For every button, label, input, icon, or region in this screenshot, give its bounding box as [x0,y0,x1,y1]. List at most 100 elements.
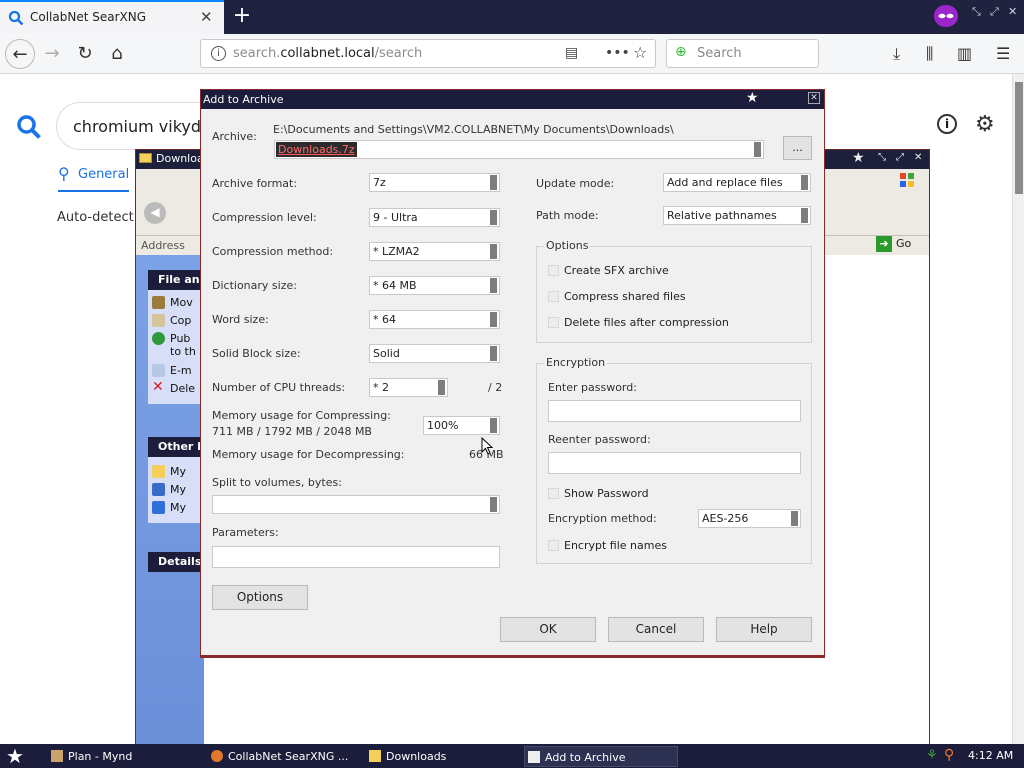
folder-icon [369,750,381,762]
sidebar-icon[interactable]: ▥ [957,44,972,63]
taskbar-item-firefox[interactable]: CollabNet SearXNG ... [208,746,358,767]
reader-view-icon[interactable]: ▤ [565,45,578,61]
options-button[interactable]: Options [212,585,308,610]
searxng-search-icon[interactable] [16,114,42,140]
task-publish[interactable]: Pub to th [148,330,204,362]
memory-compress-value: 711 MB / 1792 MB / 2048 MB [212,425,372,438]
home-icon[interactable]: ⌂ [102,39,132,69]
word-size-select[interactable]: * 64 [369,310,500,329]
browse-button[interactable]: ... [783,136,812,160]
explorer-maximize-icon[interactable]: ⤢ [896,152,904,163]
create-sfx-checkbox[interactable]: Create SFX archive [548,264,669,277]
update-mode-select[interactable]: Add and replace files [663,173,811,192]
place-item[interactable]: My [148,481,204,499]
explorer-back-icon[interactable]: ◀ [144,202,166,224]
panel-header[interactable]: File and [148,270,204,290]
cpu-threads-select[interactable]: * 2 [369,378,448,397]
taskbar-item-plan[interactable]: Plan - Mynd [48,746,198,767]
url-bar[interactable]: i search.collabnet.local/search ▤ ••• ☆ [200,39,656,68]
solid-block-size-select[interactable]: Solid [369,344,500,363]
start-star-icon[interactable]: ★ [6,744,24,768]
task-email[interactable]: E-m [148,362,204,380]
query-input[interactable]: chromium vikyd [56,102,206,150]
enter-password-input[interactable] [548,400,801,422]
place-item[interactable]: My [148,499,204,517]
firefox-icon [211,750,223,762]
panel-header[interactable]: Details [148,552,204,572]
file-tasks-panel: File and Mov Cop Pub to th E-m ✕ Dele [148,270,204,404]
dropdown-arrow-icon [490,210,497,225]
word-size-label: Word size: [212,313,269,326]
reenter-password-input[interactable] [548,452,801,474]
computer-icon [152,483,165,496]
settings-gear-icon[interactable]: ⚙ [975,112,995,137]
delete-after-checkbox[interactable]: Delete files after compression [548,316,729,329]
taskbar-item-downloads[interactable]: Downloads [366,746,516,767]
archive-name-text: Downloads.7z [276,142,357,157]
explorer-close-icon[interactable]: ✕ [914,152,922,163]
restore-icon[interactable]: ⤡ [972,5,981,19]
search-bar[interactable]: ⊕ Search [666,39,819,68]
memory-percent-select[interactable]: 100% [423,416,500,435]
page-actions-icon[interactable]: ••• [605,45,630,61]
new-tab-button[interactable]: + [230,3,254,29]
encryption-group: Encryption Enter password: Reenter passw… [536,356,812,564]
forward-icon[interactable]: → [37,39,67,69]
library-icon[interactable]: ⫼ [926,44,933,64]
taskbar-item-add-to-archive[interactable]: Add to Archive [524,746,678,767]
network-tray-icon[interactable]: ⚘ [926,748,938,763]
compress-shared-checkbox[interactable]: Compress shared files [548,290,686,303]
encrypt-file-names-checkbox[interactable]: Encrypt file names [548,539,667,552]
page-scrollbar[interactable] [1012,74,1024,744]
compression-method-select[interactable]: * LZMA2 [369,242,500,261]
scrollbar-thumb[interactable] [1015,82,1023,194]
encryption-method-select[interactable]: AES-256 [698,509,801,528]
compression-level-select[interactable]: 9 - Ultra [369,208,500,227]
help-button[interactable]: Help [716,617,812,642]
ok-button[interactable]: OK [500,617,596,642]
folder-icon [139,153,152,163]
path-mode-select[interactable]: Relative pathnames [663,206,811,225]
dictionary-size-select[interactable]: * 64 MB [369,276,500,295]
options-group-caption: Options [544,239,591,252]
reload-icon[interactable]: ↻ [70,39,100,69]
task-copy[interactable]: Cop [148,312,204,330]
site-info-icon[interactable]: i [211,46,226,61]
search-tray-icon[interactable]: ⚲ [944,747,954,763]
system-clock: 4:12 AM [968,749,1014,762]
menu-icon[interactable]: ☰ [996,44,1010,63]
info-icon[interactable]: i [937,114,957,134]
back-icon[interactable]: ← [5,39,35,69]
task-delete[interactable]: ✕ Dele [148,380,204,398]
cancel-button[interactable]: Cancel [608,617,704,642]
go-button[interactable]: ➜ Go [876,236,911,252]
parameters-input[interactable] [212,546,500,568]
other-places-panel: Other P My My My [148,437,204,523]
address-label: Address [141,239,185,252]
task-move[interactable]: Mov [148,294,204,312]
archive-name-combo[interactable]: Downloads.7z [274,140,764,159]
dialog-title-bar[interactable]: Add to Archive ★ ✕ [201,90,824,109]
search-icon [8,10,24,26]
compression-level-label: Compression level: [212,211,317,224]
dropdown-arrow-icon[interactable] [754,142,761,157]
memory-compress-label: Memory usage for Compressing: [212,409,391,422]
close-tab-icon[interactable]: ✕ [200,8,213,26]
downloads-icon[interactable]: ⤓ [893,44,900,64]
window-close-icon[interactable]: ✕ [1008,5,1017,18]
browser-tab[interactable]: CollabNet SearXNG ✕ [0,0,224,34]
explorer-restore-icon[interactable]: ⤡ [878,152,886,163]
dropdown-arrow-icon [801,175,808,190]
archive-format-select[interactable]: 7z [369,173,500,192]
panel-header[interactable]: Other P [148,437,204,457]
maximize-icon[interactable]: ⤢ [990,5,999,19]
bookmark-star-icon[interactable]: ☆ [633,43,647,62]
memory-decompress-label: Memory usage for Decompressing: [212,448,405,461]
delete-icon: ✕ [152,380,164,395]
split-volumes-select[interactable] [212,495,500,514]
dialog-close-icon[interactable]: ✕ [808,92,820,104]
show-password-checkbox[interactable]: Show Password [548,487,649,500]
archive-path: E:\Documents and Settings\VM2.COLLABNET\… [273,123,674,136]
category-general-tab[interactable]: ⚲ General [58,164,130,192]
place-item[interactable]: My [148,463,204,481]
